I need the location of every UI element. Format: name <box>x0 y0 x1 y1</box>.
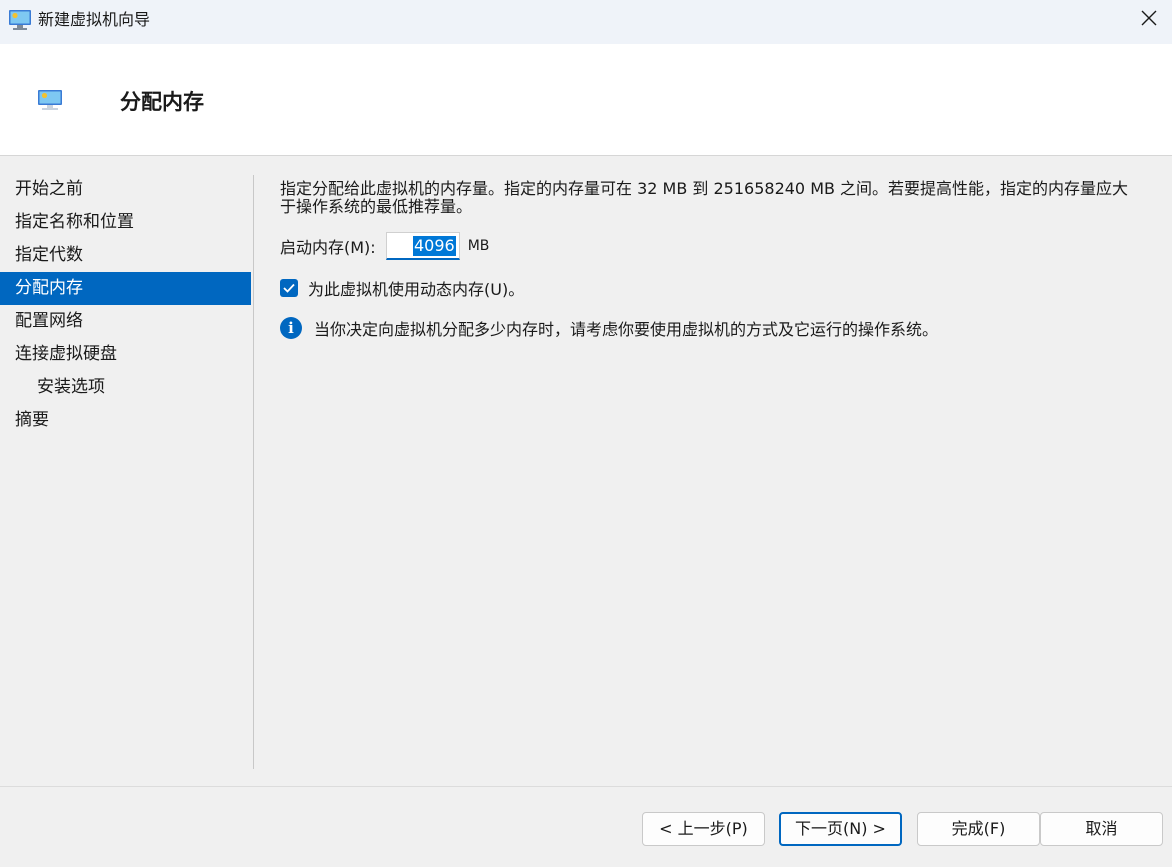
next-button[interactable]: 下一页(N) > <box>779 812 902 846</box>
checkmark-icon <box>283 283 295 293</box>
main-content: 指定分配给此虚拟机的内存量。指定的内存量可在 32 MB 到 251658240… <box>280 179 1150 339</box>
info-icon: i <box>280 317 302 339</box>
startup-memory-row: 启动内存(M): 4096 MB <box>280 231 489 261</box>
close-button[interactable] <box>1126 0 1172 40</box>
sidebar-divider <box>253 175 254 769</box>
vm-monitor-icon <box>37 89 63 111</box>
memory-info-note: i 当你决定向虚拟机分配多少内存时，请考虑你要使用虚拟机的方式及它运行的操作系统… <box>280 316 938 340</box>
window-title: 新建虚拟机向导 <box>38 10 151 29</box>
dynamic-memory-checkbox[interactable] <box>280 279 298 297</box>
close-icon <box>1141 10 1157 30</box>
nav-item-assign-memory[interactable]: 分配内存 <box>0 272 251 305</box>
back-button[interactable]: < 上一步(P) <box>642 812 765 846</box>
title-bar: 新建虚拟机向导 <box>0 0 1172 44</box>
dynamic-memory-label: 为此虚拟机使用动态内存(U)。 <box>308 280 525 299</box>
startup-memory-label: 启动内存(M): <box>280 238 376 257</box>
page-title: 分配内存 <box>120 90 204 114</box>
memory-description: 指定分配给此虚拟机的内存量。指定的内存量可在 32 MB 到 251658240… <box>280 179 1129 216</box>
memory-unit-label: MB <box>467 238 490 254</box>
vm-monitor-icon <box>8 9 32 31</box>
footer-divider <box>0 786 1172 787</box>
nav-item-install-options[interactable]: 安装选项 <box>0 371 251 404</box>
dynamic-memory-option[interactable]: 为此虚拟机使用动态内存(U)。 <box>280 276 524 300</box>
nav-item-before-you-begin[interactable]: 开始之前 <box>0 173 251 206</box>
nav-item-generation[interactable]: 指定代数 <box>0 239 251 272</box>
info-text: 当你决定向虚拟机分配多少内存时，请考虑你要使用虚拟机的方式及它运行的操作系统。 <box>314 320 939 339</box>
nav-item-name-location[interactable]: 指定名称和位置 <box>0 206 251 239</box>
nav-item-configure-network[interactable]: 配置网络 <box>0 305 251 338</box>
cancel-button[interactable]: 取消 <box>1040 812 1163 846</box>
wizard-steps-nav: 开始之前 指定名称和位置 指定代数 分配内存 配置网络 连接虚拟硬盘 安装选项 … <box>0 173 251 437</box>
nav-item-connect-disk[interactable]: 连接虚拟硬盘 <box>0 338 251 371</box>
finish-button[interactable]: 完成(F) <box>917 812 1040 846</box>
startup-memory-input[interactable]: 4096 <box>385 232 460 260</box>
nav-item-summary[interactable]: 摘要 <box>0 404 251 437</box>
startup-memory-value: 4096 <box>412 235 456 256</box>
wizard-header: 分配内存 <box>0 44 1172 156</box>
new-vm-wizard-window: 新建虚拟机向导 分配内存 开始之前 指定名称和位置 指定代数 分配内存 配置网络 <box>0 0 1172 867</box>
